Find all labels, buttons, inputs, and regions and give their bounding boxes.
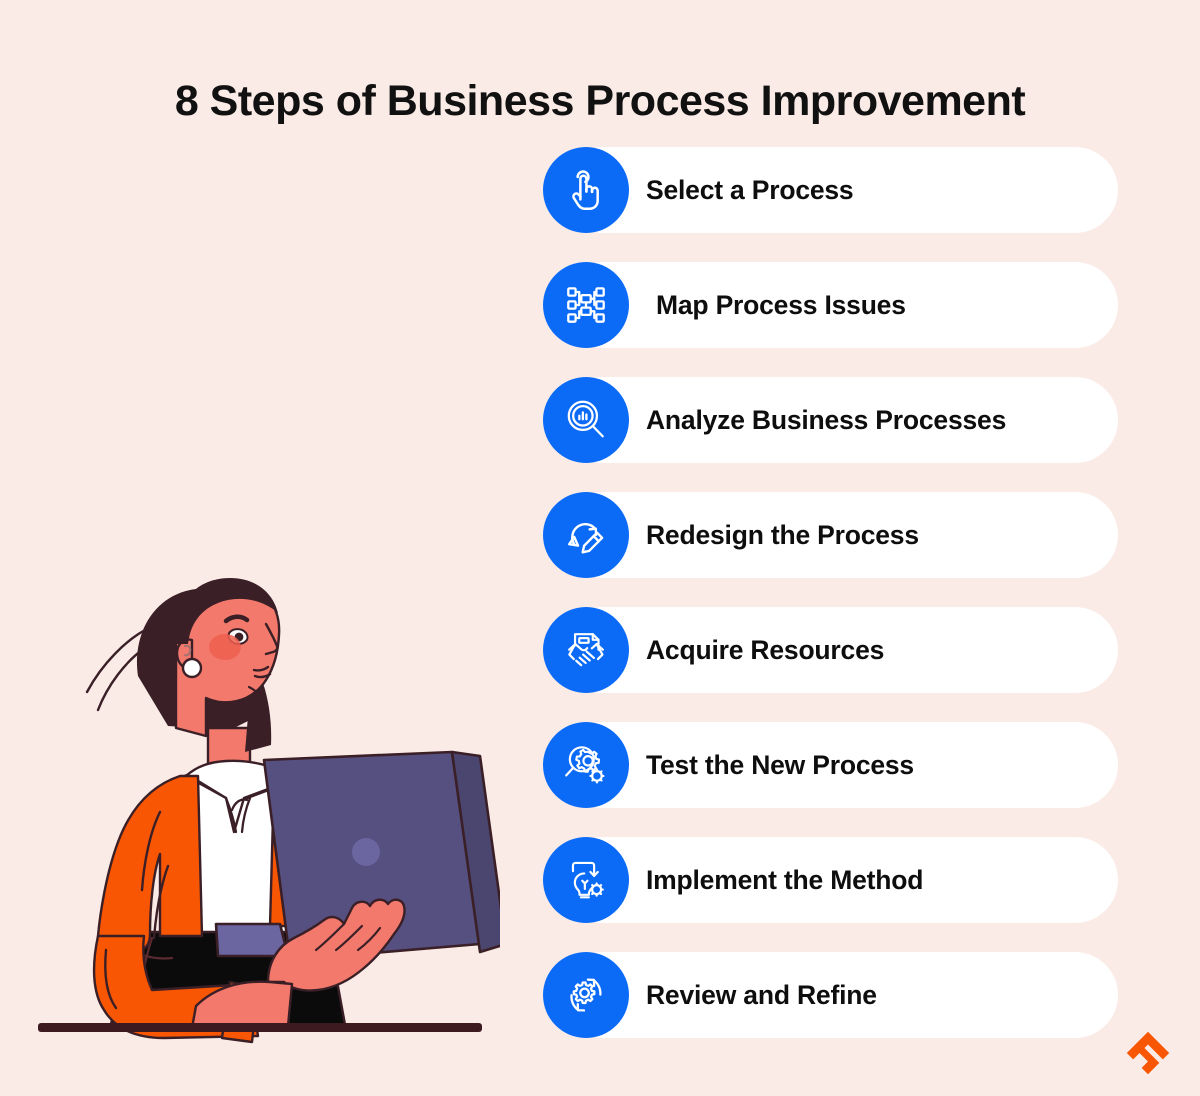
page-title: 8 Steps of Business Process Improvement	[174, 76, 1026, 125]
magnifier-chart-icon	[543, 377, 629, 463]
list-item[interactable]: Review and Refine	[543, 952, 1123, 1038]
tap-hand-icon	[543, 147, 629, 233]
list-item[interactable]: Redesign the Process	[543, 492, 1123, 578]
step-label: Redesign the Process	[646, 519, 919, 550]
step-label: Acquire Resources	[646, 634, 885, 665]
infographic-page: 8 Steps of Business Process Improvement …	[0, 0, 1200, 1096]
magnifier-gear-icon	[543, 722, 629, 808]
list-item[interactable]: Analyze Business Processes	[543, 377, 1123, 463]
step-label: Review and Refine	[646, 979, 877, 1010]
step-label: Implement the Method	[646, 864, 924, 895]
handshake-document-icon	[543, 607, 629, 693]
list-item[interactable]: Implement the Method	[543, 837, 1123, 923]
step-label: Analyze Business Processes	[646, 404, 1007, 435]
steps-list: Select a Process Map Process Issues Anal…	[543, 147, 1123, 1067]
step-label: Select a Process	[646, 174, 854, 205]
lightbulb-gear-icon	[543, 837, 629, 923]
step-label: Test the New Process	[646, 749, 914, 780]
brand-logo[interactable]	[1124, 1029, 1172, 1077]
step-label: Map Process Issues	[656, 289, 906, 320]
redo-pencil-icon	[543, 492, 629, 578]
list-item[interactable]: Acquire Resources	[543, 607, 1123, 693]
flowchart-icon	[543, 262, 629, 348]
gear-refresh-icon	[543, 952, 629, 1038]
list-item[interactable]: Select a Process	[543, 147, 1123, 233]
list-item[interactable]: Map Process Issues	[543, 262, 1123, 348]
list-item[interactable]: Test the New Process	[543, 722, 1123, 808]
businesswoman-illustration	[20, 520, 500, 1050]
